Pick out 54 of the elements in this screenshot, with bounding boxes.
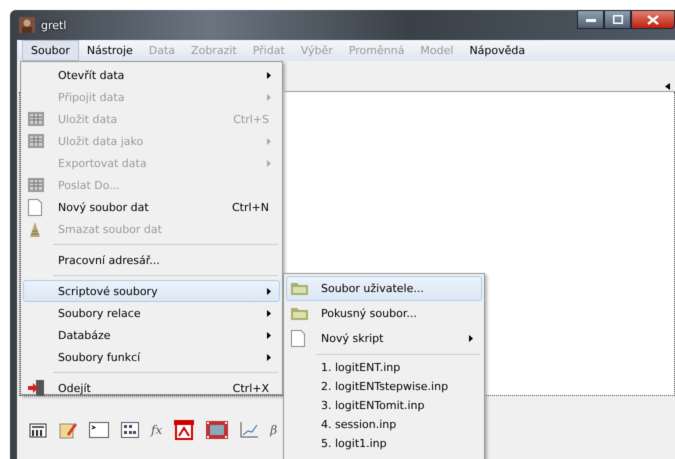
window-title: gretl (41, 18, 66, 32)
close-icon (647, 14, 659, 24)
minimize-button[interactable] (577, 10, 604, 29)
submenu-arrow-icon (267, 332, 271, 338)
submenu-arrow-icon (267, 354, 271, 360)
menu-item[interactable]: Soubor uživatele... (286, 276, 482, 301)
menu-item[interactable]: Nový skript (286, 326, 482, 351)
menu-item[interactable]: Soubory funkcí (23, 346, 280, 368)
minimize-icon (586, 18, 596, 22)
menu-item[interactable]: 5. logit1.inp (286, 434, 482, 453)
submenu-arrow-icon (267, 138, 271, 144)
grid-icon (28, 178, 44, 192)
film-icon[interactable] (206, 421, 228, 439)
arrow-icon (665, 83, 670, 90)
app-icon (19, 17, 35, 33)
submenu-arrow-icon (267, 72, 271, 78)
menu-item[interactable]: 2. logitENTstepwise.inp (286, 377, 482, 396)
menu-item[interactable]: 4. session.inp (286, 415, 482, 434)
page-icon (28, 198, 42, 216)
submenu-arrow-icon (469, 335, 473, 342)
menu-item[interactable]: Soubor (22, 40, 79, 61)
line-chart-icon[interactable] (240, 422, 258, 438)
menu-item[interactable]: Nápověda (461, 41, 534, 60)
menu-item[interactable]: Databáze (23, 324, 280, 346)
toolbar-button[interactable]: fx (151, 423, 162, 437)
menu-item[interactable]: Scriptové soubory (23, 280, 280, 302)
menu-item[interactable]: Pracovní adresář... (23, 249, 280, 271)
grid-icon (28, 134, 44, 148)
grid-icon[interactable] (121, 422, 139, 438)
page-icon (291, 330, 305, 347)
exit-door-icon (28, 380, 44, 396)
folder-icon (291, 307, 308, 320)
toolbar-button[interactable]: β (270, 423, 278, 437)
menu-item[interactable]: Nástroje (78, 41, 141, 60)
menu-item[interactable]: 1. logitENT.inp (286, 358, 482, 377)
submenu-arrow-icon (267, 310, 271, 316)
submenu-arrow-icon (267, 94, 271, 100)
menu-item[interactable]: Otevřít data (23, 64, 280, 86)
submenu-arrow-icon (267, 160, 271, 166)
console-icon[interactable] (89, 422, 109, 438)
notepad-pencil-icon[interactable] (59, 421, 77, 439)
submenu-arrow-icon (267, 288, 271, 294)
folder-icon (291, 282, 308, 295)
menu-item[interactable]: Pokusný soubor... (286, 301, 482, 326)
menu-item[interactable]: Odejít Ctrl+X (23, 377, 280, 399)
menu-item[interactable]: 3. logitENTomit.inp (286, 396, 482, 415)
calculator-icon[interactable] (29, 422, 47, 438)
maximize-icon (612, 15, 622, 24)
menu-item[interactable]: Nový soubor dat Ctrl+N (23, 196, 280, 218)
maximize-button[interactable] (604, 10, 631, 29)
grid-icon (28, 112, 44, 126)
pdf-document-icon[interactable] (174, 420, 194, 440)
close-button[interactable] (631, 10, 675, 29)
menu-item[interactable]: Soubory relace (23, 302, 280, 324)
